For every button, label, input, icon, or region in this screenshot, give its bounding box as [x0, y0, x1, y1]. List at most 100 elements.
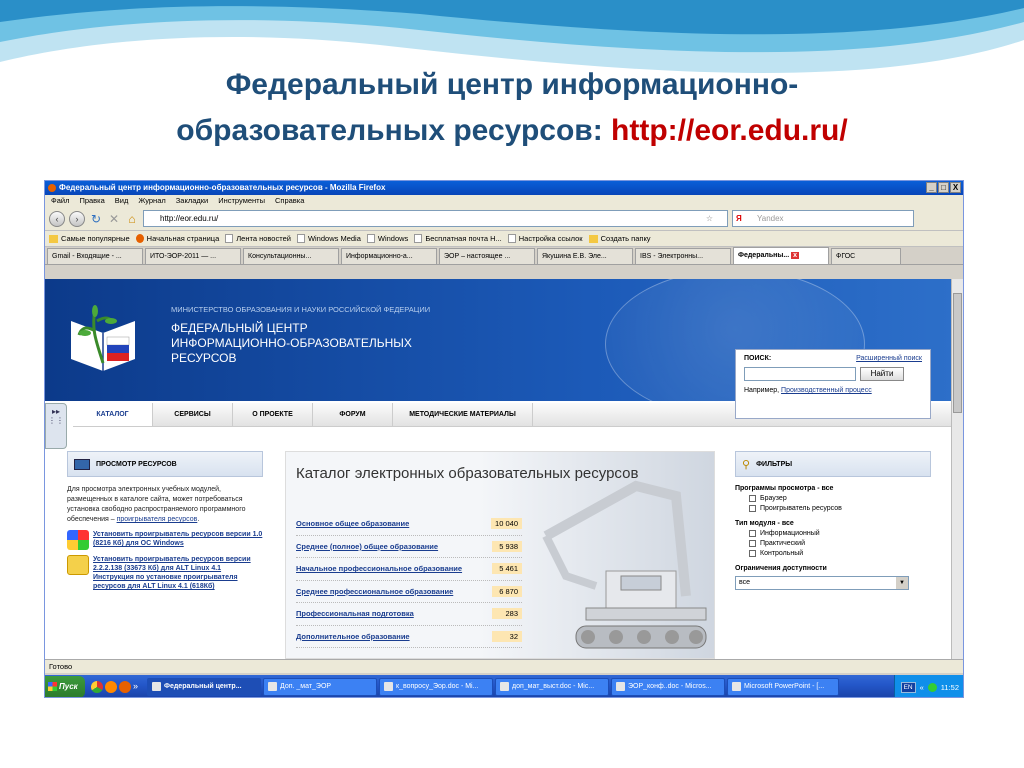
page-scrollbar[interactable]: [951, 279, 963, 659]
url-text: http://eor.edu.ru/: [160, 214, 219, 223]
browser-icon[interactable]: [105, 681, 117, 693]
forward-button[interactable]: ›: [69, 210, 85, 227]
catalog-link[interactable]: Среднее (полное) общее образование: [296, 542, 438, 551]
menu-edit[interactable]: Правка: [79, 195, 104, 207]
bookmark-item[interactable]: Создать папку: [588, 234, 651, 243]
bookmark-item[interactable]: Настройка ссылок: [507, 234, 583, 243]
filter-option[interactable]: Практический: [735, 540, 931, 547]
advanced-search-link[interactable]: Расширенный поиск: [856, 355, 922, 362]
catalog-title: Каталог электронных образовательных ресу…: [296, 465, 639, 482]
dropdown-arrow-icon[interactable]: ▼: [896, 577, 908, 589]
tab-label: ЭОР – настоящее ...: [444, 253, 511, 260]
tab-ibs[interactable]: IBS - Электронны...: [635, 248, 731, 264]
menu-help[interactable]: Справка: [275, 195, 304, 207]
filter-option[interactable]: Информационный: [735, 530, 931, 537]
home-icon[interactable]: ⌂: [125, 212, 139, 226]
stop-icon[interactable]: ✕: [107, 212, 121, 226]
menu-tools[interactable]: Инструменты: [218, 195, 265, 207]
player-link[interactable]: проигрывателя ресурсов: [117, 516, 198, 523]
checkbox[interactable]: [749, 550, 756, 557]
access-select[interactable]: все ▼: [735, 576, 909, 590]
tab-info[interactable]: Информационно-а...: [341, 248, 437, 264]
windows-taskbar: Пуск » Федеральный центр... Доп. _мат_ЭО…: [45, 675, 963, 697]
filter-programs-label: Программы просмотра - все: [735, 485, 834, 492]
sidebar-toggle-handle[interactable]: ▸▸ ⋮⋮: [45, 403, 67, 449]
search-input[interactable]: Я Yandex: [732, 210, 914, 227]
search-example-link[interactable]: Производственный процесс: [781, 387, 872, 394]
catalog-count: 5 461: [492, 563, 522, 575]
firefox-window: Федеральный центр информационно-образова…: [44, 180, 964, 698]
filter-option[interactable]: Проигрыватель ресурсов: [735, 505, 931, 512]
catalog-count: 32: [492, 630, 522, 642]
tab-yakushina[interactable]: Якушина Е.В. Эле...: [537, 248, 633, 264]
menu-methods[interactable]: МЕТОДИЧЕСКИЕ МАТЕРИАЛЫ: [393, 403, 533, 426]
menu-history[interactable]: Журнал: [138, 195, 165, 207]
menu-bookmarks[interactable]: Закладки: [176, 195, 208, 207]
url-input[interactable]: http://eor.edu.ru/ ☆: [143, 210, 728, 227]
taskbar-item[interactable]: Доп. _мат_ЭОР: [263, 678, 377, 696]
tab-eor[interactable]: ЭОР – настоящее ...: [439, 248, 535, 264]
taskbar-item[interactable]: к_вопросу_Эор.doc - Mi...: [379, 678, 493, 696]
checkbox[interactable]: [749, 540, 756, 547]
filter-option[interactable]: Браузер: [735, 495, 931, 502]
altlinux-guide-link[interactable]: Инструкция по установке проигрывателя ре…: [93, 574, 238, 590]
chrome-icon[interactable]: [91, 681, 103, 693]
taskbar-item[interactable]: ЭОР_конф..doc - Micros...: [611, 678, 725, 696]
site-logo[interactable]: [67, 301, 139, 377]
firefox-icon[interactable]: [119, 681, 131, 693]
tray-chevron-icon[interactable]: «: [920, 683, 924, 692]
menu-file[interactable]: Файл: [51, 195, 69, 207]
menu-catalog[interactable]: КАТАЛОГ: [73, 403, 153, 426]
close-tab-icon[interactable]: x: [791, 252, 800, 259]
bookmark-item[interactable]: Windows Media: [296, 234, 361, 243]
bookmark-item[interactable]: Бесплатная почта H...: [414, 234, 502, 243]
checkbox[interactable]: [749, 505, 756, 512]
scrollbar-thumb[interactable]: [953, 293, 962, 413]
taskbar-item-label: Microsoft PowerPoint - [...: [744, 683, 825, 690]
checkbox[interactable]: [749, 530, 756, 537]
taskbar-item[interactable]: Microsoft PowerPoint - [...: [727, 678, 839, 696]
start-label: Пуск: [59, 682, 78, 691]
catalog-row: Среднее (полное) общее образование 5 938: [296, 536, 522, 558]
catalog-panel: Каталог электронных образовательных ресу…: [285, 451, 715, 659]
site-search-input[interactable]: [744, 367, 856, 381]
filter-option[interactable]: Контрольный: [735, 550, 931, 557]
tray-app-icon[interactable]: [927, 682, 937, 692]
maximize-button[interactable]: □: [938, 182, 949, 193]
catalog-link[interactable]: Дополнительное образование: [296, 632, 410, 641]
install-windows-link[interactable]: Установить проигрыватель ресурсов версии…: [93, 530, 263, 550]
tab-federal[interactable]: Федеральны... x: [733, 247, 829, 264]
minimize-button[interactable]: _: [926, 182, 937, 193]
install-altlinux-link[interactable]: Установить проигрыватель ресурсов версии…: [93, 556, 251, 572]
tab-gmail[interactable]: Gmail - Входящие - ...: [47, 248, 143, 264]
bookmark-item[interactable]: Начальная страница: [135, 234, 219, 243]
reload-icon[interactable]: ↻: [89, 212, 103, 226]
catalog-link[interactable]: Среднее профессиональное образование: [296, 587, 453, 596]
menu-about[interactable]: О ПРОЕКТЕ: [233, 403, 313, 426]
tab-ito[interactable]: ИТО-ЭОР-2011 — ...: [145, 248, 241, 264]
bookmark-star-icon[interactable]: ☆: [706, 211, 713, 226]
catalog-link[interactable]: Профессиональная подготовка: [296, 609, 414, 618]
menu-forum[interactable]: ФОРУМ: [313, 403, 393, 426]
back-button[interactable]: ‹: [49, 210, 65, 227]
taskbar-item-label: Доп. _мат_ЭОР: [280, 683, 332, 690]
menu-services[interactable]: СЕРВИСЫ: [153, 403, 233, 426]
catalog-link[interactable]: Начальное профессиональное образование: [296, 564, 462, 573]
tab-consult[interactable]: Консультационны...: [243, 248, 339, 264]
bookmark-item[interactable]: Лента новостей: [225, 234, 291, 243]
tab-fgos[interactable]: ФГОС: [831, 248, 901, 264]
more-chevron-icon[interactable]: »: [133, 681, 141, 693]
bookmark-item[interactable]: Windows: [366, 234, 409, 243]
taskbar-item[interactable]: Федеральный центр...: [147, 678, 261, 696]
catalog-link[interactable]: Основное общее образование: [296, 519, 409, 528]
bookmark-item[interactable]: Самые популярные: [49, 234, 130, 243]
access-select-value: все: [739, 579, 751, 586]
menu-view[interactable]: Вид: [115, 195, 129, 207]
checkbox[interactable]: [749, 495, 756, 502]
find-button[interactable]: Найти: [860, 367, 904, 381]
taskbar-item[interactable]: доп_мат_выст.doc - Mic...: [495, 678, 609, 696]
bookmark-label: Windows: [377, 234, 409, 243]
language-indicator[interactable]: EN: [900, 681, 916, 693]
close-button[interactable]: X: [950, 182, 961, 193]
start-button[interactable]: Пуск: [45, 676, 85, 697]
